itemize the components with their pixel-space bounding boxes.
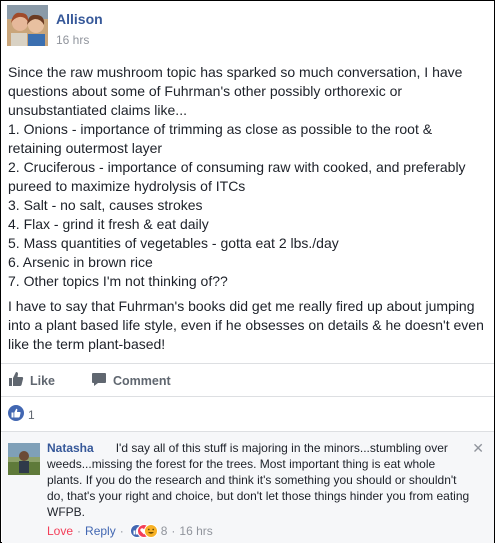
like-button[interactable]: Like	[8, 371, 55, 390]
comment-reaction-count: 8	[160, 524, 168, 538]
reaction-count: 1	[28, 407, 35, 422]
divider	[1, 396, 494, 397]
list-item-onions: 1. Onions - importance of trimming as cl…	[8, 121, 433, 156]
separator-dot: ·	[171, 524, 176, 538]
comment-meta: Love · Reply · 8 · 16 hrs	[47, 524, 213, 538]
post-card: Allison 16 hrs Since the raw mushroom to…	[0, 0, 495, 543]
commenter-avatar[interactable]	[8, 443, 40, 475]
comment-text: I'd say all of this stuff is majoring in…	[47, 441, 470, 519]
comment-bubble-icon	[91, 371, 107, 390]
author-avatar[interactable]	[7, 5, 48, 46]
thumbs-up-icon	[8, 371, 24, 390]
reactions-summary[interactable]: 1	[8, 405, 35, 424]
author-name[interactable]: Allison	[56, 11, 103, 27]
comment-author[interactable]: Natasha	[47, 441, 94, 455]
list-item-salt: 3. Salt - no salt, causes strokes	[8, 197, 203, 213]
comment: Natasha I'd say all of this stuff is majo…	[2, 432, 494, 543]
list-item-other: 7. Other topics I'm not thinking of??	[8, 273, 228, 289]
comment-button[interactable]: Comment	[91, 371, 171, 390]
reply-link[interactable]: Reply	[85, 524, 116, 538]
reaction-icons	[129, 524, 158, 538]
love-link[interactable]: Love	[47, 524, 73, 538]
post-intro: Since the raw mushroom topic has sparked…	[8, 64, 463, 118]
separator-dot: ·	[119, 524, 124, 538]
author-block: Allison 16 hrs	[56, 11, 103, 47]
list-item-vegetables: 5. Mass quantities of vegetables - gotta…	[8, 235, 339, 251]
post-header: Allison 16 hrs	[7, 5, 103, 53]
post-closing: I have to say that Fuhrman's books did g…	[8, 298, 484, 352]
list-item-arsenic: 6. Arsenic in brown rice	[8, 254, 153, 270]
comment-body: Natasha I'd say all of this stuff is majo…	[47, 440, 472, 520]
commenter-photo	[8, 443, 40, 475]
comment-label: Comment	[113, 373, 171, 388]
list-item-flax: 4. Flax - grind it fresh & eat daily	[8, 216, 209, 232]
list-item-cruciferous: 2. Cruciferous - importance of consuming…	[8, 159, 466, 194]
like-reaction-icon	[8, 405, 24, 424]
divider	[1, 363, 494, 364]
separator-dot: ·	[77, 524, 82, 538]
post-body: Since the raw mushroom topic has sparked…	[8, 63, 488, 354]
avatar-photo	[7, 5, 48, 46]
close-icon[interactable]: ✕	[472, 440, 484, 457]
comment-reactions[interactable]: 8	[129, 524, 168, 538]
post-actions: Like Comment	[8, 371, 171, 390]
like-label: Like	[30, 373, 56, 388]
comment-timestamp[interactable]: 16 hrs	[179, 524, 212, 538]
post-timestamp[interactable]: 16 hrs	[56, 33, 103, 47]
